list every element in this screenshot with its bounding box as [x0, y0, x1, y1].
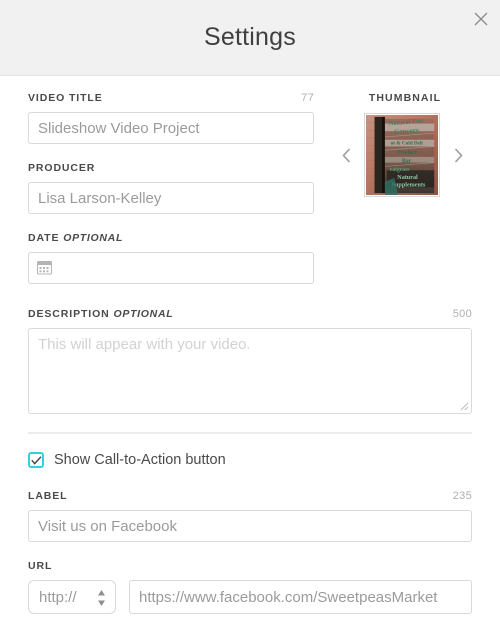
producer-header: PRODUCER [28, 162, 314, 175]
cta-url-label: URL [28, 560, 53, 572]
cta-label-header: LABEL 235 [28, 490, 472, 503]
url-input-wrapper [129, 580, 472, 614]
chevron-left-icon [341, 147, 350, 163]
date-label: DATE OPTIONAL [28, 232, 123, 244]
page-title: Settings [204, 23, 296, 51]
thumbnail-next-button[interactable] [450, 144, 466, 166]
top-section: VIDEO TITLE 77 PRODUCER DATE OPTIONAL [28, 76, 472, 302]
date-field: DATE OPTIONAL [28, 232, 314, 284]
svg-text:Produce: Produce [397, 150, 418, 156]
producer-input[interactable] [28, 182, 314, 214]
url-protocol-value: http:// [39, 588, 77, 606]
thumbnail-image[interactable]: Natural Foo Grocery ot & Cold Deli Produ… [364, 113, 440, 197]
svg-text:eatgrass: eatgrass [390, 167, 411, 173]
settings-form: VIDEO TITLE 77 PRODUCER DATE OPTIONAL [0, 76, 500, 614]
description-field: DESCRIPTION OPTIONAL 500 [28, 308, 472, 414]
dialog-header: Settings [0, 0, 500, 76]
video-title-header: VIDEO TITLE 77 [28, 92, 314, 105]
cta-label-input[interactable] [28, 510, 472, 542]
description-counter: 500 [452, 308, 472, 320]
date-input[interactable] [28, 252, 314, 284]
svg-text:Natural: Natural [397, 175, 418, 181]
date-label-text: DATE [28, 232, 60, 244]
producer-label: PRODUCER [28, 162, 96, 174]
video-title-field: VIDEO TITLE 77 [28, 92, 314, 144]
chevron-right-icon [454, 147, 463, 163]
svg-text:Supplements: Supplements [392, 182, 426, 188]
checkmark-icon [30, 455, 42, 465]
url-protocol-select[interactable]: http:// [28, 580, 116, 614]
show-cta-checkbox[interactable] [28, 452, 44, 468]
description-label-text: DESCRIPTION [28, 308, 110, 320]
cta-url-header: URL [28, 560, 472, 573]
url-input[interactable] [129, 580, 472, 614]
producer-field: PRODUCER [28, 162, 314, 214]
description-wrapper [28, 328, 472, 414]
description-label: DESCRIPTION OPTIONAL [28, 308, 173, 320]
date-input-wrapper [28, 252, 314, 284]
video-title-label: VIDEO TITLE [28, 92, 103, 104]
cta-label-counter: 235 [452, 490, 472, 502]
date-optional-tag: OPTIONAL [63, 232, 124, 244]
show-cta-label: Show Call-to-Action button [54, 452, 226, 468]
svg-text:Bar: Bar [402, 159, 412, 165]
cta-url-row: http:// [28, 580, 472, 614]
stepper-arrows-icon [98, 590, 105, 606]
close-icon [474, 12, 488, 26]
svg-text:ot & Cold Deli: ot & Cold Deli [391, 141, 424, 147]
description-optional-tag: OPTIONAL [113, 308, 174, 320]
thumbnail-section: THUMBNAIL Natural Foo Grocery ot & Cold … [314, 92, 472, 302]
section-divider [28, 432, 472, 434]
show-cta-row[interactable]: Show Call-to-Action button [28, 452, 472, 468]
description-header: DESCRIPTION OPTIONAL 500 [28, 308, 472, 321]
video-title-counter: 77 [301, 92, 314, 104]
cta-label-field: LABEL 235 [28, 490, 472, 542]
description-textarea[interactable] [28, 328, 472, 414]
thumbnail-carousel: Natural Foo Grocery ot & Cold Deli Produ… [332, 113, 472, 197]
thumbnail-label: THUMBNAIL [368, 92, 442, 104]
close-button[interactable] [466, 4, 496, 34]
video-title-input[interactable] [28, 112, 314, 144]
cta-label-label: LABEL [28, 490, 68, 502]
thumbnail-prev-button[interactable] [338, 144, 354, 166]
cta-url-field: URL http:// [28, 560, 472, 614]
thumbnail-photo: Natural Foo Grocery ot & Cold Deli Produ… [366, 115, 438, 195]
form-left-column: VIDEO TITLE 77 PRODUCER DATE OPTIONAL [28, 92, 314, 302]
date-header: DATE OPTIONAL [28, 232, 314, 245]
